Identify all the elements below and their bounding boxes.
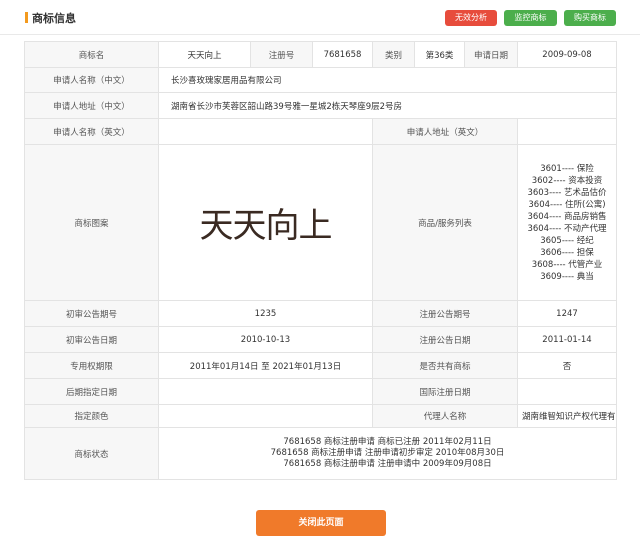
label-intl-reg-date: 国际注册日期 (372, 378, 518, 405)
service-item: 3603---- 艺术品估价 (527, 187, 607, 198)
label-applicant-en: 申请人名称（英文） (24, 118, 159, 145)
label-reg-no: 注册号 (250, 41, 313, 68)
title-accent-bar (25, 12, 28, 23)
value-address-cn: 湖南省长沙市芙蓉区韶山路39号雅一星城2栋天琴座9层2号房 (158, 92, 617, 119)
value-exclusive-period: 2011年01月14日 至 2021年01月13日 (158, 352, 373, 379)
value-applicant-en (158, 118, 373, 145)
service-item: 3604---- 商品房销售 (527, 211, 607, 222)
status-item: 7681658 商标注册申请 商标已注册 2011年02月11日 (283, 437, 492, 447)
value-apply-date: 2009-09-08 (517, 41, 617, 68)
value-shared: 否 (517, 352, 617, 379)
status-item: 7681658 商标注册申请 注册申请中 2009年09月08日 (283, 459, 492, 469)
label-later-date: 后期指定日期 (24, 378, 159, 405)
label-color: 指定颜色 (24, 404, 159, 428)
buy-trademark-button[interactable]: 购买商标 (564, 10, 616, 26)
page-title: 商标信息 (32, 12, 76, 25)
value-reg-ann-date: 2011-01-14 (517, 326, 617, 353)
value-agent: 湖南维智知识产权代理有限公司 (517, 404, 617, 428)
services-list: 3601---- 保险 3602---- 资本投资 3603---- 艺术品估价… (517, 144, 617, 301)
value-address-en (517, 118, 617, 145)
header: 商标信息 无效分析 监控商标 购买商标 (0, 0, 640, 35)
label-shared: 是否共有商标 (372, 352, 518, 379)
service-item: 3602---- 资本投资 (531, 175, 603, 186)
close-page-button[interactable]: 关闭此页面 (256, 510, 386, 536)
service-item: 3601---- 保险 (540, 163, 594, 174)
service-item: 3605---- 经纪 (540, 235, 594, 246)
value-trademark-name: 天天向上 (158, 41, 251, 68)
value-prelim-no: 1235 (158, 300, 373, 327)
label-class: 类别 (372, 41, 415, 68)
label-exclusive-period: 专用权期限 (24, 352, 159, 379)
trademark-image: 天天向上 (158, 144, 373, 301)
label-address-cn: 申请人地址（中文） (24, 92, 159, 119)
label-apply-date: 申请日期 (464, 41, 518, 68)
service-item: 3608---- 代管产业 (531, 259, 603, 270)
service-item: 3604---- 不动产代理 (527, 223, 607, 234)
monitor-trademark-button[interactable]: 监控商标 (504, 10, 557, 26)
trademark-info-table: 商标名 天天向上 注册号 7681658 类别 第36类 申请日期 2009-0… (24, 41, 617, 480)
label-applicant-cn: 申请人名称（中文） (24, 67, 159, 93)
invalid-analysis-button[interactable]: 无效分析 (445, 10, 497, 26)
value-reg-no: 7681658 (312, 41, 373, 68)
value-intl-reg-date (517, 378, 617, 405)
value-class: 第36类 (414, 41, 465, 68)
service-item: 3604---- 住所(公寓) (528, 199, 606, 210)
label-trademark-image: 商标图案 (24, 144, 159, 301)
label-address-en: 申请人地址（英文） (372, 118, 518, 145)
value-later-date (158, 378, 373, 405)
label-prelim-date: 初审公告日期 (24, 326, 159, 353)
label-trademark-name: 商标名 (24, 41, 159, 68)
label-reg-ann-date: 注册公告日期 (372, 326, 518, 353)
label-reg-ann-no: 注册公告期号 (372, 300, 518, 327)
label-agent: 代理人名称 (372, 404, 518, 428)
status-list: 7681658 商标注册申请 商标已注册 2011年02月11日 7681658… (158, 427, 617, 480)
label-prelim-no: 初审公告期号 (24, 300, 159, 327)
label-services: 商品/服务列表 (372, 144, 518, 301)
status-item: 7681658 商标注册申请 注册申请初步审定 2010年08月30日 (270, 448, 505, 458)
label-status: 商标状态 (24, 427, 159, 480)
value-reg-ann-no: 1247 (517, 300, 617, 327)
value-prelim-date: 2010-10-13 (158, 326, 373, 353)
trademark-logo-text: 天天向上 (199, 206, 333, 246)
value-applicant-cn: 长沙喜玫瑰家居用品有限公司 (158, 67, 617, 93)
service-item: 3609---- 典当 (540, 271, 594, 282)
service-item: 3606---- 担保 (540, 247, 594, 258)
value-color (158, 404, 373, 428)
